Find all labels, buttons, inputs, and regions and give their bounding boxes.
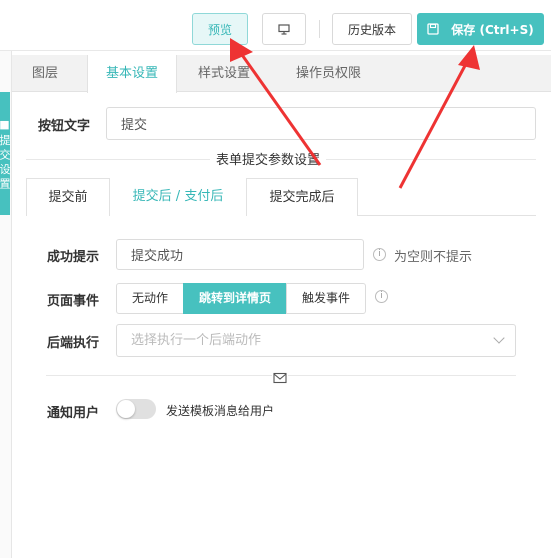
success-tip-value: 提交成功 [131,249,184,264]
subtab-before-submit[interactable]: 提交前 [26,178,110,216]
subtab-after-submit[interactable]: 提交后 / 支付后 [110,178,246,216]
info-icon: i [373,248,386,261]
submit-phase-tabs: 提交前 提交后 / 支付后 提交完成后 [26,178,536,216]
success-tip-hint: 为空则不提示 [394,250,473,265]
notify-user-label: 通知用户 [47,406,100,421]
settings-tabs: 图层 基本设置 样式设置 操作员权限 [12,55,551,93]
top-toolbar: 预览 历史版本 保存 (Ctrl+S) [0,0,551,51]
left-side-tab[interactable]: ■ 提 交 设 置 [0,92,10,215]
section-title: 表单提交参数设置 [210,149,327,168]
page-event-no-action[interactable]: 无动作 [116,283,184,314]
tab-style-settings[interactable]: 样式设置 [184,55,264,92]
button-text-label: 按钮文字 [38,119,91,134]
success-tip-label: 成功提示 [47,250,100,265]
monitor-icon [278,23,290,35]
chevron-down-icon [493,332,505,344]
save-button[interactable]: 保存 (Ctrl+S) [417,13,544,45]
toggle-knob [117,400,135,418]
history-button-label: 历史版本 [347,22,396,37]
envelope-icon [272,369,288,384]
success-tip-input[interactable]: 提交成功 [116,239,364,270]
page-event-label: 页面事件 [47,294,100,309]
history-version-button[interactable]: 历史版本 [332,13,412,45]
tab-basic-settings[interactable]: 基本设置 [87,55,177,93]
button-text-value: 提交 [121,118,148,133]
left-side-tab-label: ■ 提 交 设 置 [0,118,10,189]
notify-user-text: 发送模板消息给用户 [166,404,275,418]
page-event-trigger-event[interactable]: 触发事件 [286,283,366,314]
toolbar-divider [319,20,320,38]
notify-user-toggle[interactable] [116,399,156,419]
page-event-goto-detail[interactable]: 跳转到详情页 [183,283,287,314]
floppy-disk-icon [427,23,439,35]
device-preview-button[interactable] [262,13,306,45]
tab-operator-permissions[interactable]: 操作员权限 [282,55,375,92]
subtab-submit-complete[interactable]: 提交完成后 [246,178,358,216]
button-text-input[interactable]: 提交 [106,107,536,140]
backend-action-select[interactable]: 选择执行一个后端动作 [116,324,516,357]
backend-action-label: 后端执行 [47,336,100,351]
save-button-label: 保存 (Ctrl+S) [451,22,534,37]
info-icon: i [375,290,388,303]
backend-action-placeholder: 选择执行一个后端动作 [131,333,262,348]
preview-button[interactable]: 预览 [192,13,248,45]
tab-layers[interactable]: 图层 [12,55,78,92]
preview-button-label: 预览 [207,22,232,37]
